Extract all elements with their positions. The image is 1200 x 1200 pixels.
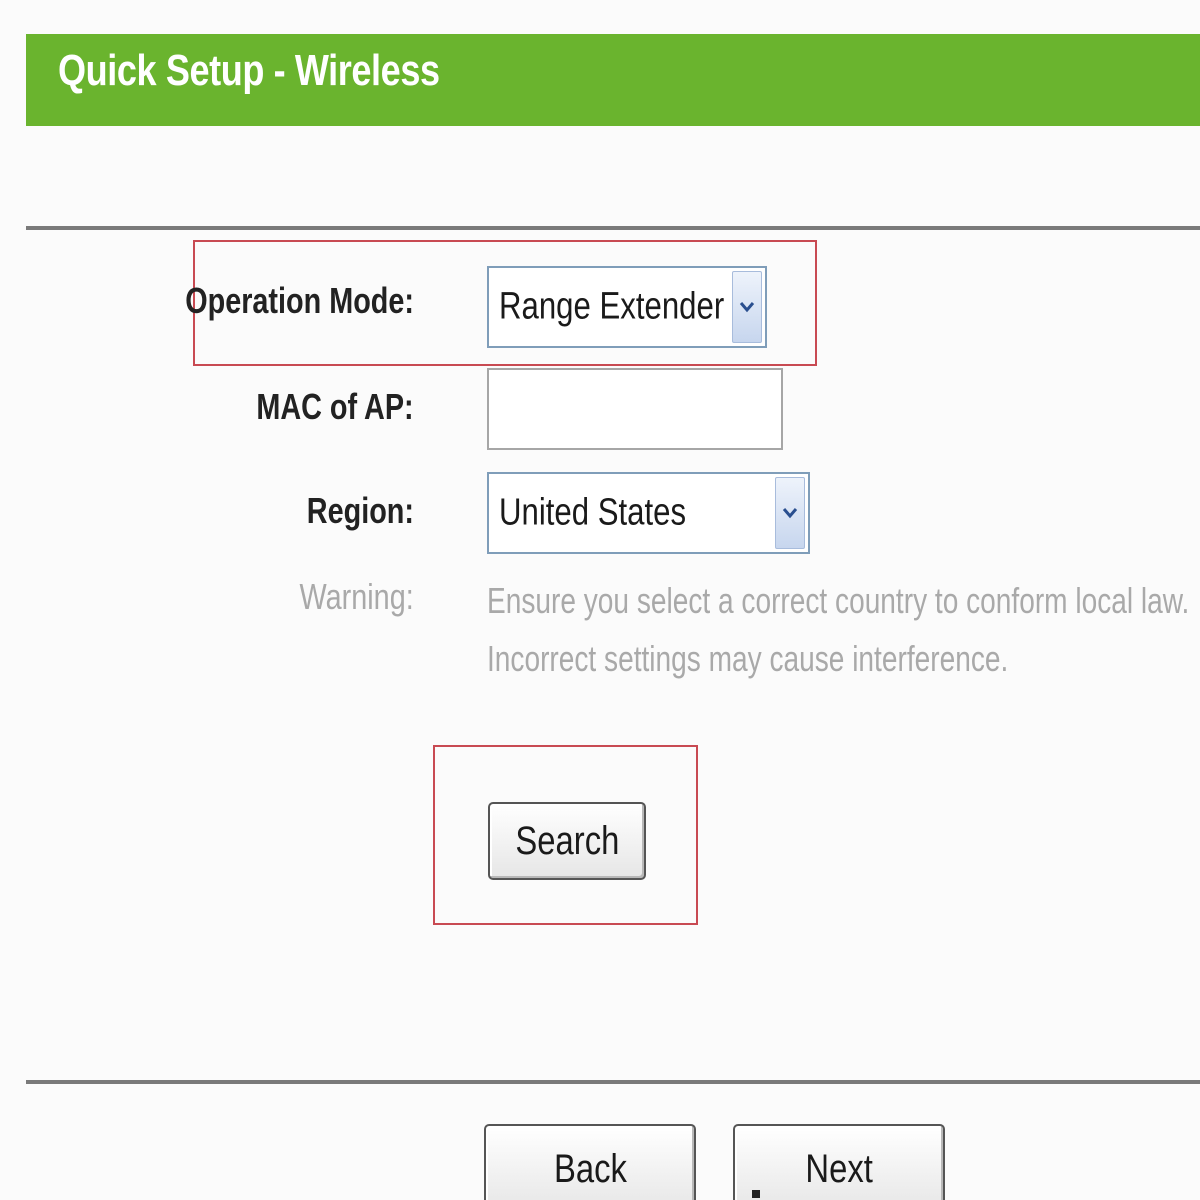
- region-value: United States: [499, 491, 687, 534]
- next-button[interactable]: Next: [733, 1124, 945, 1200]
- warning-message: Ensure you select a correct country to c…: [487, 572, 1189, 688]
- next-button-label: Next: [805, 1146, 873, 1191]
- bottom-divider: [26, 1080, 1200, 1084]
- top-divider: [26, 226, 1200, 230]
- quick-setup-page: Quick Setup - Wireless Operation Mode: R…: [0, 0, 1200, 1200]
- region-select[interactable]: United States: [487, 472, 810, 554]
- page-title: Quick Setup - Wireless: [58, 46, 440, 95]
- search-button[interactable]: Search: [488, 802, 646, 880]
- operation-mode-value: Range Extender: [499, 285, 725, 328]
- operation-mode-label: Operation Mode:: [185, 280, 414, 321]
- region-label: Region:: [306, 490, 414, 531]
- back-button-label: Back: [553, 1146, 627, 1191]
- back-button[interactable]: Back: [484, 1124, 696, 1200]
- warning-label: Warning:: [299, 576, 414, 617]
- warning-line-2: Incorrect settings may cause interferenc…: [487, 638, 1009, 679]
- mac-of-ap-input[interactable]: [487, 368, 783, 450]
- warning-line-1: Ensure you select a correct country to c…: [487, 580, 1190, 621]
- operation-mode-select[interactable]: Range Extender: [487, 266, 767, 348]
- search-button-label: Search: [515, 818, 619, 863]
- mac-of-ap-label: MAC of AP:: [256, 386, 414, 427]
- cursor-icon: [752, 1190, 760, 1198]
- chevron-down-icon[interactable]: [732, 271, 762, 343]
- chevron-down-icon[interactable]: [775, 477, 805, 549]
